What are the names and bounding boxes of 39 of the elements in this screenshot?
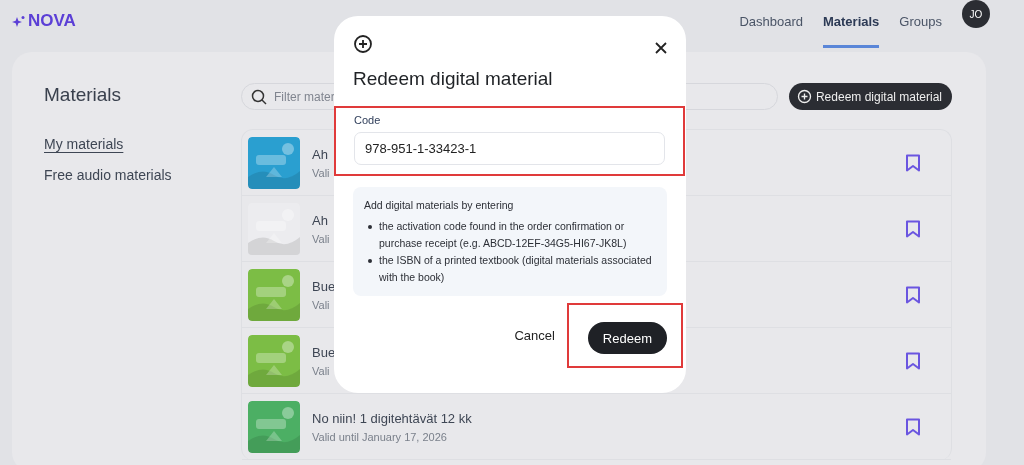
valid-until: Vali	[312, 232, 330, 245]
nav-tab[interactable]: Materials	[823, 0, 880, 48]
bookmark-icon[interactable]	[905, 351, 921, 370]
sidebar-link[interactable]: My materials	[44, 136, 124, 152]
info-item: the ISBN of a printed textbook (digital materials associated with the book)	[379, 253, 653, 285]
plus-circle-icon	[353, 34, 373, 54]
material-title: Bue	[312, 344, 336, 360]
nav-tab[interactable]: Groups	[899, 0, 942, 48]
avatar[interactable]: JO	[962, 0, 990, 28]
bookmark-icon[interactable]	[905, 219, 921, 238]
plus-circle-icon	[796, 89, 812, 104]
bookmark-icon[interactable]	[905, 153, 921, 172]
sidebar-link[interactable]: Free audio materials	[44, 167, 172, 183]
valid-until: Valid until January 17, 2026	[312, 430, 447, 443]
close-icon[interactable]	[655, 42, 667, 54]
nav-tab[interactable]: Dashboard	[739, 0, 803, 48]
page-title: Materials	[44, 84, 123, 106]
code-field[interactable]: 978-951-1-33423-1	[354, 132, 665, 165]
cancel-button[interactable]: Cancel	[508, 327, 561, 344]
material-title: No niin! 1 digitehtävät 12 kk	[312, 410, 472, 426]
bookmark-icon[interactable]	[905, 285, 921, 304]
redeem-material-button[interactable]: Redeem digital material	[788, 83, 952, 110]
material-title: Bue	[312, 278, 336, 294]
bullet-icon	[368, 259, 372, 263]
redeem-button[interactable]: Redeem	[587, 322, 667, 354]
logo-text: NOVA	[28, 11, 76, 31]
valid-until: Vali	[312, 166, 330, 179]
dialog-title: Redeem digital material	[353, 68, 554, 90]
valid-until: Vali	[312, 364, 330, 377]
valid-until: Vali	[312, 298, 330, 311]
sparkle-icon	[12, 14, 25, 28]
field-label: Code	[354, 114, 382, 126]
info-text: Add digital materials by entering	[364, 198, 515, 213]
bullet-icon	[368, 225, 372, 229]
material-title: Ah	[312, 146, 328, 162]
info-item: the activation code found in the order confirmation or purchase receipt (e.g. ABCD-12EF-34G5-HI67-JK8L)	[379, 219, 628, 251]
search-icon	[251, 89, 267, 105]
material-title: Ah	[312, 212, 328, 228]
bookmark-icon[interactable]	[905, 417, 921, 436]
